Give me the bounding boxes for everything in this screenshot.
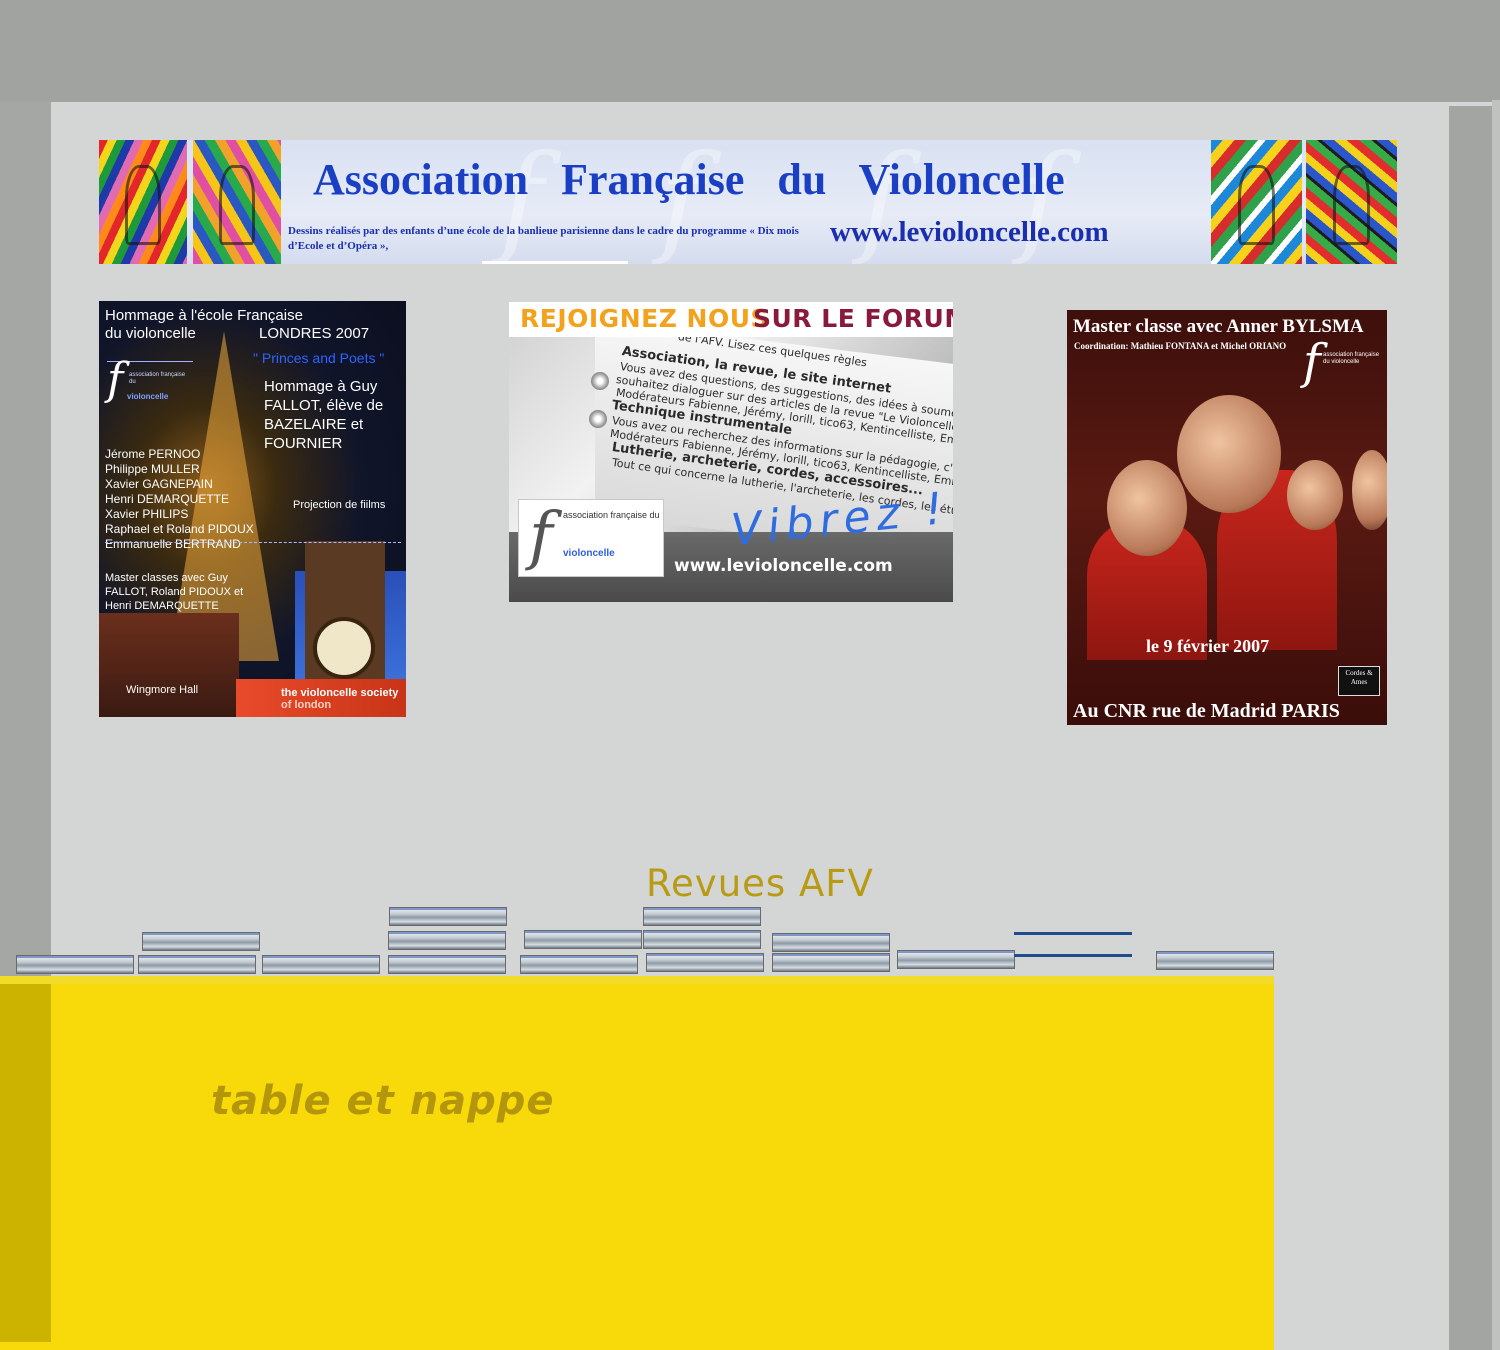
magazine-issue[interactable] [772, 933, 890, 952]
forum-url-link[interactable]: www.levioloncelle.com [674, 556, 893, 576]
child-drawing-1 [99, 140, 187, 264]
banner-url-link[interactable]: www.levioloncelle.com [830, 216, 1109, 249]
society-city: of london [281, 699, 332, 711]
child-drawing-2 [193, 140, 281, 264]
poster-performers: Jérome PERNOO Philippe MULLER Xavier GAG… [105, 447, 254, 551]
table-tablecloth[interactable] [0, 984, 1274, 1350]
radio-icon [589, 410, 607, 428]
afv-logo: f association française du violoncelle [518, 499, 664, 577]
poster-subtitle: " Princes and Poets " [253, 350, 385, 366]
magazine-issue[interactable] [520, 955, 638, 974]
magazine-issue[interactable] [646, 953, 764, 972]
society-name: the violoncelle society [281, 687, 399, 699]
forum-headline-part1: REJOIGNEZ NOUS [520, 304, 770, 333]
poster-city: LONDRES 2007 [259, 325, 370, 342]
forum-header: REJOIGNEZ NOUS SUR LE FORUM [509, 302, 953, 337]
table-label: table et nappe [211, 1078, 555, 1124]
banner-caption: Dessins réalisés par des enfants d’une é… [288, 225, 799, 252]
child-drawing-4 [1306, 140, 1397, 264]
magazine-issue[interactable] [772, 953, 890, 972]
photo-face [1177, 395, 1281, 513]
banner-strip [482, 261, 628, 264]
poster-masterclasses: Master classes avec Guy FALLOT, Roland P… [105, 572, 244, 612]
poster-heading-line2: du violoncelle [105, 325, 196, 342]
magazine-issue[interactable] [1014, 932, 1132, 935]
magazine-issue[interactable] [524, 930, 642, 949]
magazine-issue[interactable] [138, 955, 256, 974]
poster-divider [105, 542, 401, 543]
magazine-issue[interactable] [388, 931, 506, 950]
association-banner[interactable]: f f f f Association Française du Violonc… [99, 140, 1397, 264]
magazine-issue[interactable] [142, 932, 260, 951]
top-band [0, 0, 1500, 102]
afv-logo: f association française du violoncelle [1303, 334, 1380, 390]
radio-icon [591, 372, 609, 390]
cordes-et-ames-logo: Cordes & Ames [1338, 666, 1380, 696]
bylsma-coordination: Coordination: Mathieu FONTANA et Michel … [1074, 341, 1287, 351]
magazine-issue[interactable] [1156, 951, 1274, 970]
child-drawing-3 [1211, 140, 1302, 264]
clock-icon [313, 617, 375, 679]
wigmore-hall-image [99, 613, 239, 717]
bylsma-masterclass-poster[interactable]: Master classe avec Anner BYLSMA Coordina… [1067, 310, 1387, 725]
forum-headline-part2: SUR LE FORUM [753, 304, 953, 333]
photo-face [1352, 450, 1387, 530]
revues-title: Revues AFV [646, 862, 874, 905]
photo-face [1287, 460, 1343, 530]
poster-venue: Wingmore Hall [126, 684, 199, 696]
london-2007-poster[interactable]: f association française du violoncelle H… [99, 301, 406, 717]
wall-right-edge [1492, 100, 1500, 1350]
magazine-issue[interactable] [643, 907, 761, 926]
poster-hommage: Hommage à Guy FALLOT, élève de BAZELAIRE… [264, 378, 384, 452]
table-edge [0, 976, 1274, 984]
afv-logo: f association française du violoncelle [107, 354, 193, 405]
forum-ad[interactable]: de l'AFV. Lisez ces quelques règles Asso… [509, 302, 953, 602]
magazine-issue[interactable] [262, 955, 380, 974]
poster-heading-line1: Hommage à l'école Française [105, 307, 303, 324]
bylsma-place: Au CNR rue de Madrid PARIS [1073, 700, 1340, 722]
magazine-issue[interactable] [897, 950, 1015, 969]
poster-society: the violoncelle society of london [281, 687, 398, 711]
magazine-issue[interactable] [389, 907, 507, 926]
photo-face [1107, 460, 1187, 556]
magazine-issue[interactable] [388, 955, 506, 974]
magazine-issue[interactable] [643, 930, 761, 949]
magazine-issue[interactable] [16, 955, 134, 974]
banner-title: Association Française du Violoncelle [313, 155, 1065, 204]
bylsma-date: le 9 février 2007 [1146, 636, 1270, 656]
table-left-side [0, 984, 51, 1342]
poster-projection: Projection de fiilms [293, 499, 386, 511]
magazine-issue[interactable] [1014, 954, 1132, 957]
